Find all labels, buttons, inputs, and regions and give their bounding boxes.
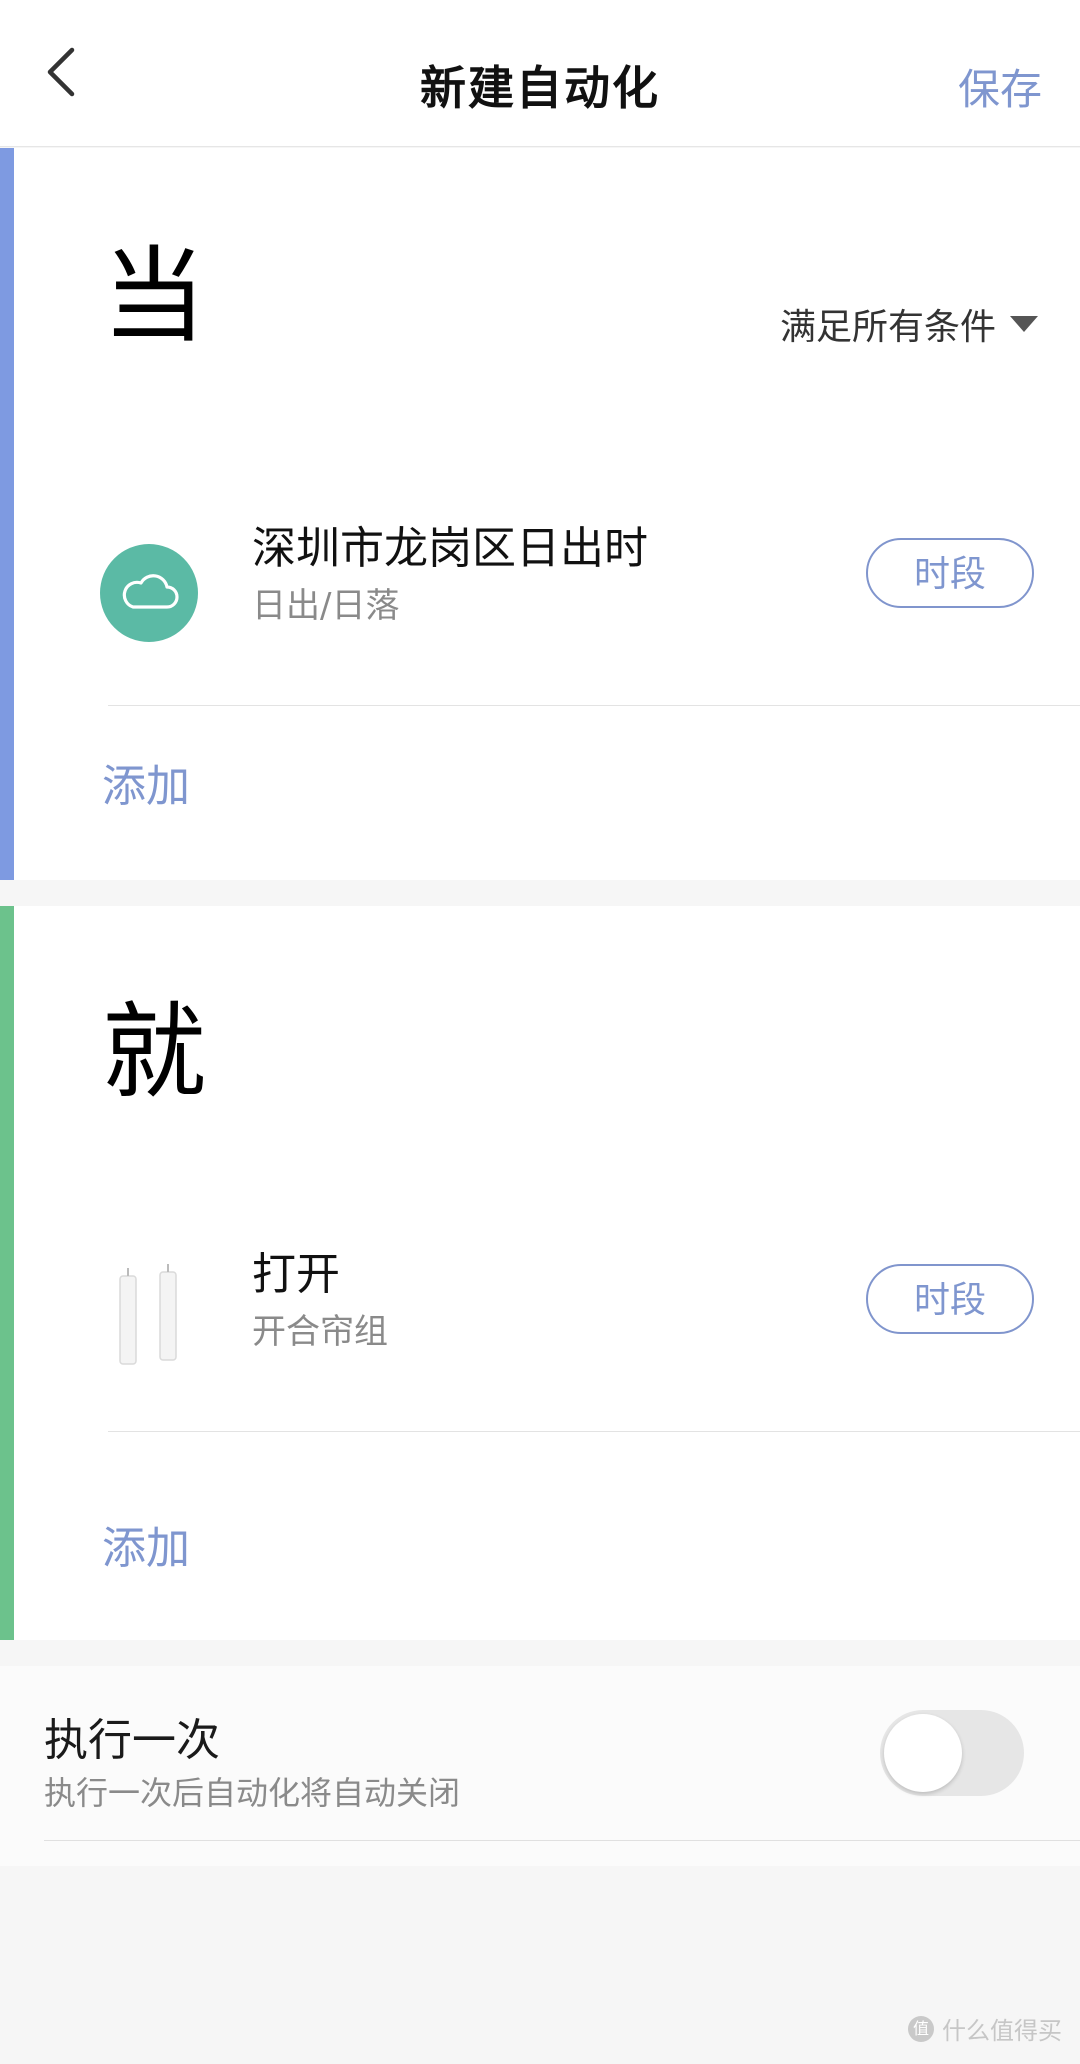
watermark-badge: 值 <box>908 2015 934 2042</box>
when-heading: 当 <box>102 235 207 357</box>
curtain-icon <box>119 1264 177 1365</box>
action-subtitle: 开合帘组 <box>252 1312 388 1352</box>
action-title: 打开 <box>252 1249 340 1300</box>
divider <box>108 705 1080 706</box>
trigger-item[interactable]: 深圳市龙岗区日出时 日出/日落 时段 <box>0 506 1080 706</box>
divider <box>108 1431 1080 1432</box>
condition-mode-label: 满足所有条件 <box>779 307 996 348</box>
cloud-icon <box>100 544 198 642</box>
divider <box>44 1840 1080 1841</box>
page-title: 新建自动化 <box>420 61 660 115</box>
then-section: 就 打开 开合帘组 时段 添加 <box>0 906 1080 1640</box>
save-button[interactable]: 保存 <box>958 56 1042 117</box>
add-condition-button[interactable]: 添加 <box>102 750 190 814</box>
when-section: 当 满足所有条件 深圳市龙岗区日出时 日出/日落 时段 添加 <box>0 148 1080 880</box>
execute-once-row: 执行一次 执行一次后自动化将自动关闭 <box>0 1666 1080 1866</box>
watermark-text: 什么值得买 <box>942 2017 1062 2045</box>
action-item[interactable]: 打开 开合帘组 时段 <box>0 1232 1080 1432</box>
add-action-button[interactable]: 添加 <box>102 1512 190 1576</box>
execute-once-title: 执行一次 <box>44 1715 220 1766</box>
then-heading: 就 <box>102 991 207 1113</box>
caret-down-icon <box>1010 316 1038 332</box>
action-time-period-button[interactable]: 时段 <box>866 1264 1034 1334</box>
watermark: 值 什么值得买 <box>908 2011 1062 2046</box>
trigger-title: 深圳市龙岗区日出时 <box>252 523 648 574</box>
execute-once-toggle[interactable] <box>880 1710 1024 1796</box>
execute-once-description: 执行一次后自动化将自动关闭 <box>44 1774 461 1812</box>
toggle-knob <box>884 1714 962 1792</box>
trigger-icon-wrap <box>100 544 200 644</box>
trigger-subtitle: 日出/日落 <box>252 586 400 626</box>
condition-mode-dropdown[interactable]: 满足所有条件 <box>780 298 1038 350</box>
top-bar: 新建自动化 保存 <box>0 0 1080 147</box>
trigger-time-period-button[interactable]: 时段 <box>866 538 1034 608</box>
action-icon-wrap <box>100 1264 200 1370</box>
